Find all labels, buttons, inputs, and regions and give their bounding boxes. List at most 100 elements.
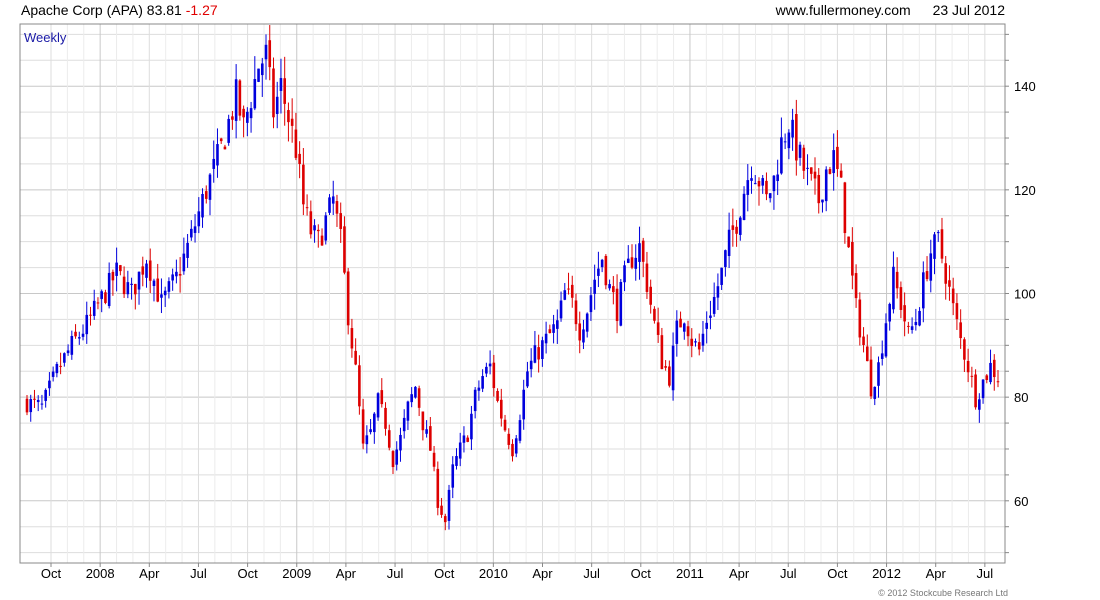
candle <box>608 279 611 291</box>
candle-body <box>74 331 77 337</box>
candle-body <box>290 118 294 126</box>
candle-body <box>272 68 275 118</box>
candle <box>660 327 664 370</box>
candle <box>679 311 682 328</box>
candle <box>358 355 361 415</box>
candle <box>335 194 339 227</box>
candle-body <box>178 273 182 276</box>
candle-body <box>522 389 526 420</box>
candle <box>735 220 738 247</box>
candle-body <box>429 426 432 451</box>
candle-body <box>873 386 877 399</box>
candle <box>126 270 130 299</box>
candle <box>847 236 850 248</box>
x-tick-label: Oct <box>827 566 848 581</box>
candle-body <box>809 167 813 174</box>
candle <box>137 271 141 305</box>
candle-body <box>275 96 279 114</box>
candle-body <box>907 325 910 327</box>
candle-body <box>63 353 66 363</box>
candle-body <box>402 417 406 432</box>
candle <box>249 101 253 133</box>
candle-body <box>373 413 376 433</box>
candle <box>877 356 880 398</box>
candle <box>324 212 328 245</box>
candle <box>406 400 410 430</box>
candle-body <box>518 420 522 441</box>
candle <box>682 322 686 340</box>
candle-body <box>59 365 62 367</box>
candle <box>216 128 219 178</box>
candle <box>477 380 481 401</box>
candle <box>305 194 309 216</box>
candle <box>343 216 346 275</box>
candle-body <box>619 281 623 326</box>
x-tick-label: Jul <box>780 566 797 581</box>
candle-body <box>697 342 701 350</box>
candle-body <box>496 390 499 401</box>
candle-body <box>951 288 955 304</box>
candle-body <box>821 199 824 203</box>
x-tick-label: Apr <box>729 566 750 581</box>
candle-body <box>156 278 160 302</box>
candle-body <box>447 489 451 521</box>
candle-body <box>294 129 298 158</box>
candle-body <box>51 371 55 377</box>
candle-body <box>231 116 234 120</box>
candle-body <box>597 268 600 276</box>
candle-body <box>843 182 847 234</box>
candle <box>626 245 630 264</box>
candle <box>806 154 809 186</box>
x-tick-label: Jul <box>387 566 404 581</box>
candle <box>376 392 380 421</box>
candle <box>197 197 201 234</box>
candle <box>899 281 903 319</box>
candle <box>134 283 137 310</box>
candle-body <box>727 229 731 257</box>
x-tick-label: 2008 <box>86 566 115 581</box>
candle-body <box>955 303 959 320</box>
candle <box>302 148 305 216</box>
candle-body <box>141 266 145 275</box>
candle-body <box>664 366 667 368</box>
candle-body <box>328 197 331 213</box>
x-tick-label: 2011 <box>676 566 704 581</box>
candle <box>817 168 821 214</box>
candle <box>193 214 197 243</box>
candle-body <box>884 323 888 357</box>
candle <box>907 321 910 334</box>
candle-body <box>354 350 357 365</box>
candle <box>686 320 690 347</box>
candle-body <box>761 178 765 186</box>
candle-body <box>25 398 29 413</box>
candle <box>675 310 679 357</box>
candle-body <box>77 337 81 339</box>
candle-body <box>436 468 440 508</box>
candle-body <box>739 217 742 235</box>
candle <box>272 57 275 129</box>
candle <box>940 217 944 264</box>
candle-body <box>940 229 944 259</box>
candle <box>160 278 163 314</box>
candle <box>96 297 100 310</box>
candle-body <box>690 338 694 347</box>
candle-body <box>567 288 570 290</box>
candle-body <box>193 226 197 233</box>
candle <box>414 386 417 399</box>
candle <box>89 306 92 326</box>
candle <box>981 379 985 404</box>
candle-body <box>802 147 806 171</box>
candle <box>839 163 843 179</box>
candle-body <box>350 328 354 349</box>
candle-body <box>317 229 320 232</box>
candle <box>503 414 507 432</box>
candle <box>234 64 238 139</box>
candle-body <box>122 276 126 295</box>
x-tick-label: Jul <box>190 566 207 581</box>
candle-body <box>612 286 615 293</box>
y-tick-label: 100 <box>1014 287 1036 302</box>
candle-body <box>895 271 899 289</box>
candle-body <box>358 365 361 407</box>
candle <box>948 265 951 301</box>
candle <box>145 259 148 288</box>
